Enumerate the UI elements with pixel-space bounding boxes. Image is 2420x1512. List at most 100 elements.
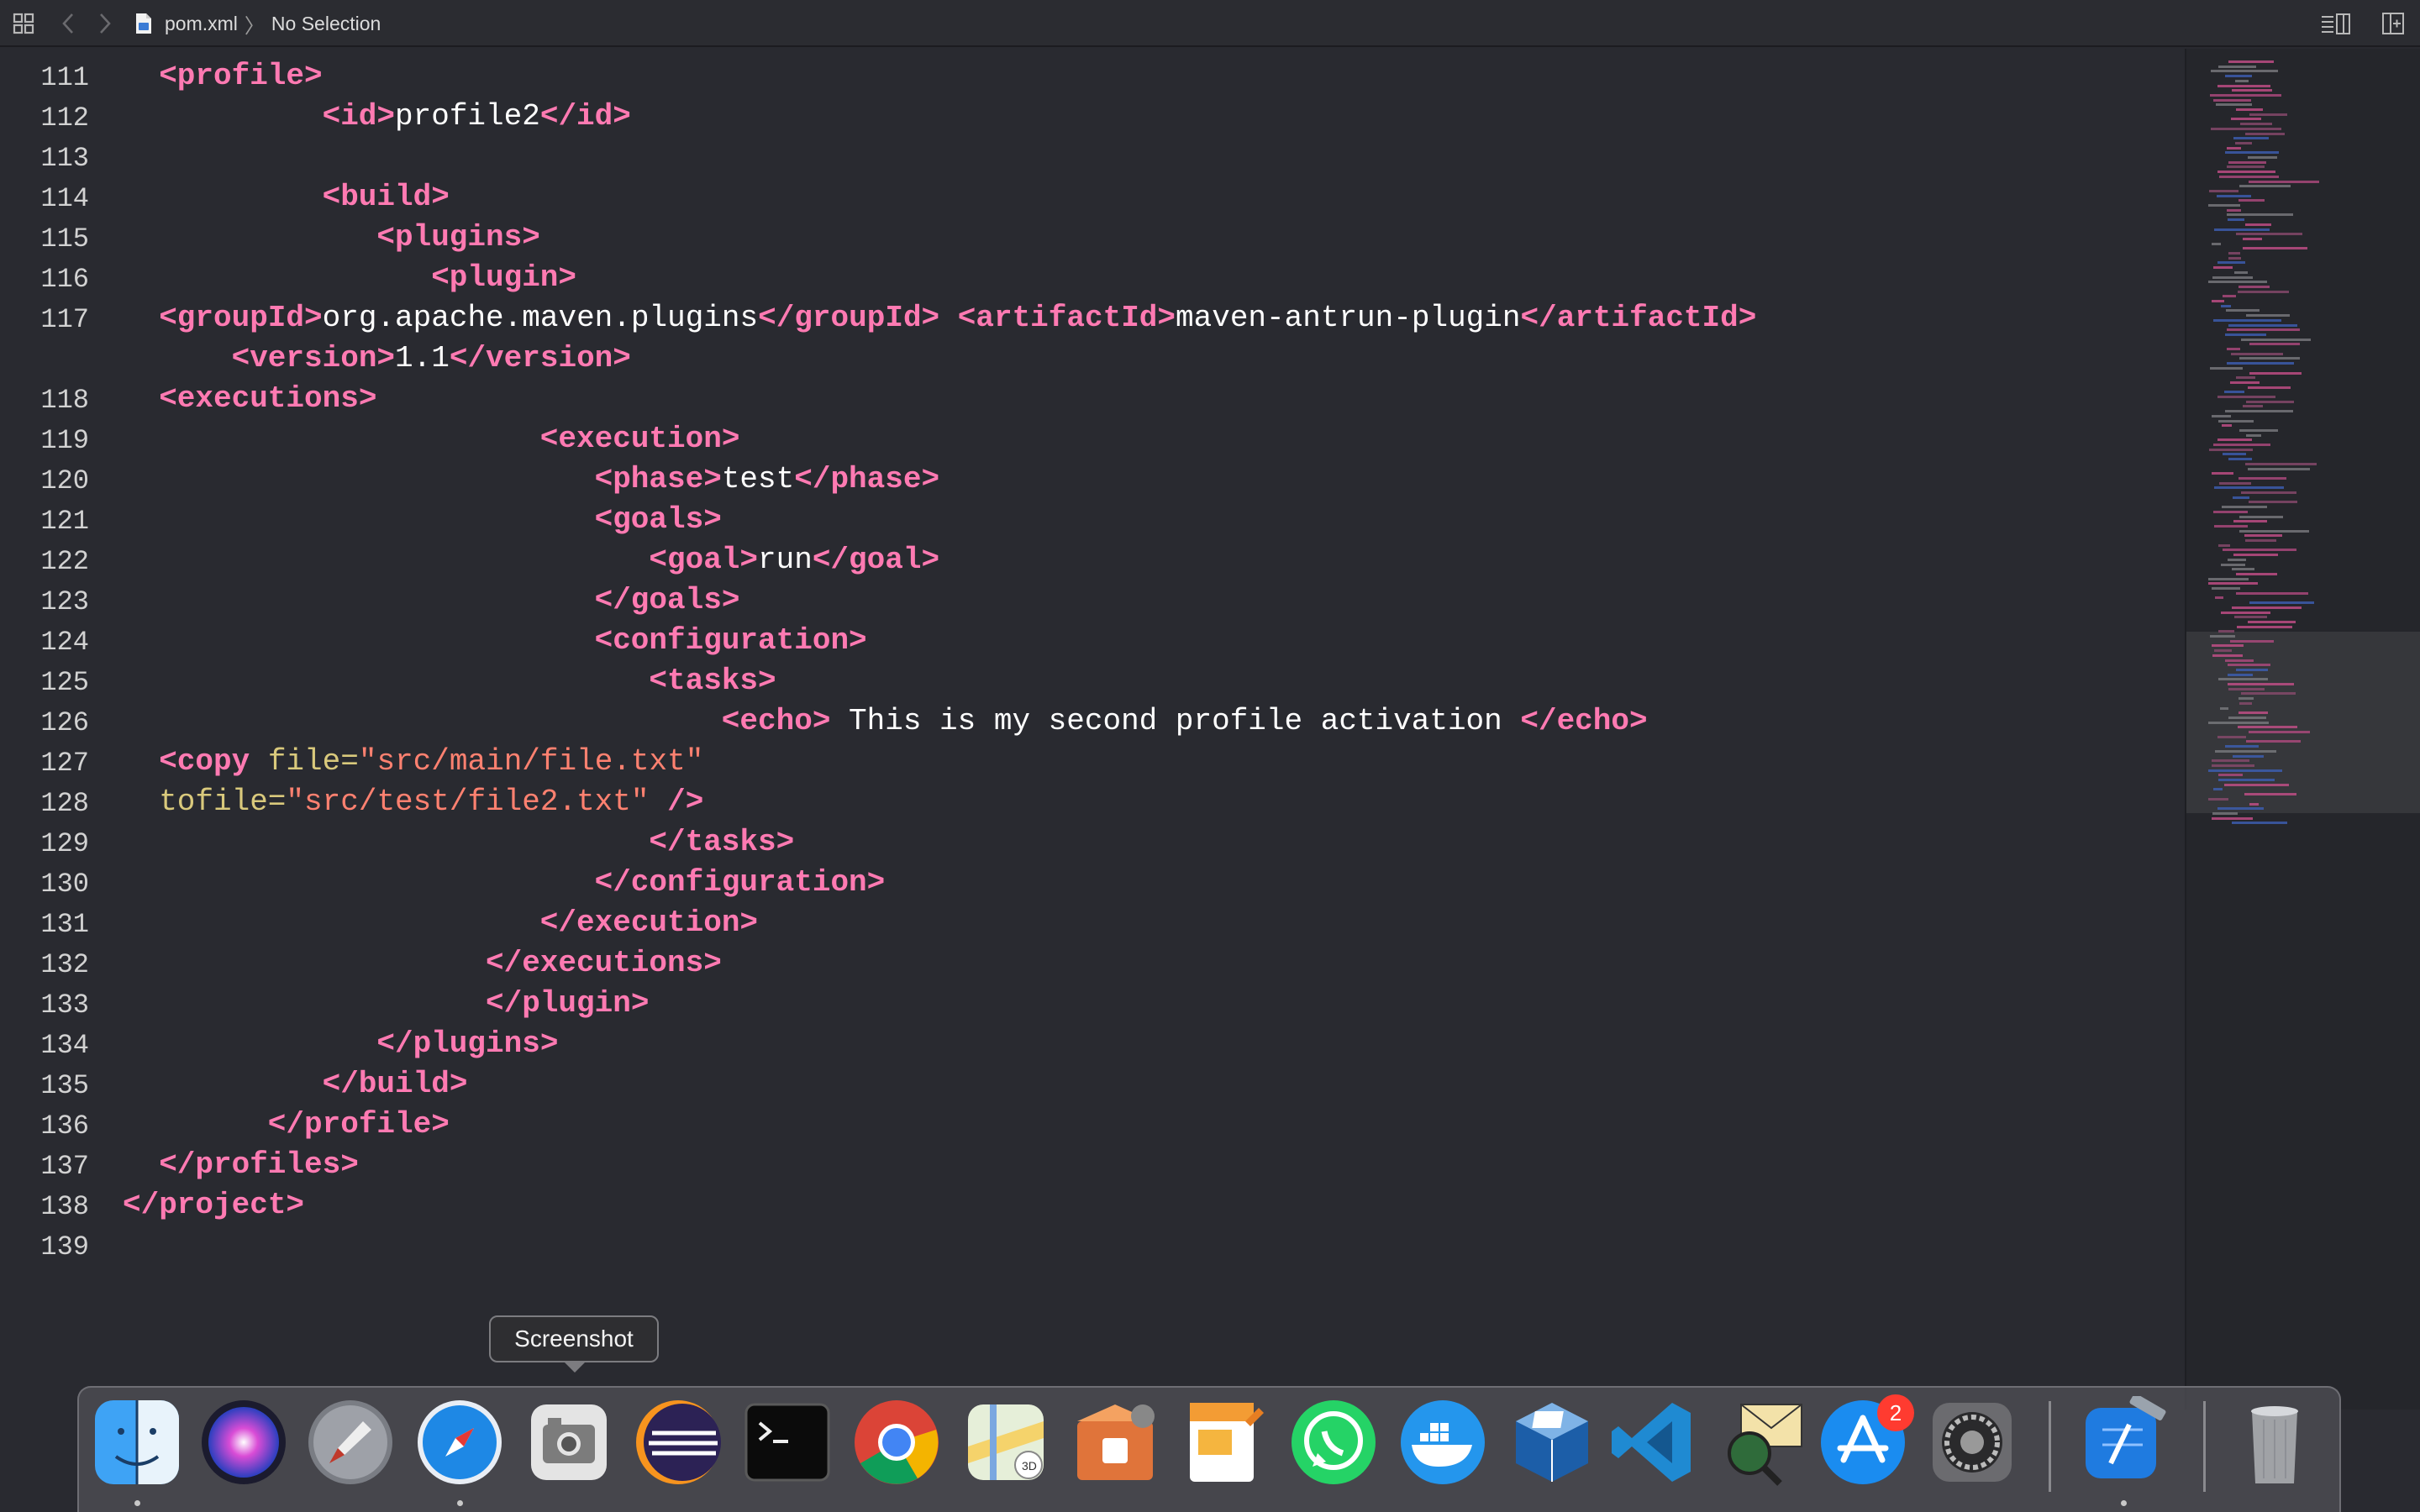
minimap-line [2227,328,2300,332]
code-text[interactable]: <goals> [595,502,722,537]
source-editor[interactable]: 111 <profile> 112 <id>profile2</id> 113 114 <b… [0,49,2185,1410]
code-text[interactable]: </profiles> [159,1147,359,1182]
xml-tag: </phase> [794,462,940,496]
code-text[interactable]: <echo> This is my second profile activat… [722,704,1648,738]
dock-item-finder[interactable] [91,1396,183,1488]
code-text[interactable]: </goals> [595,583,740,617]
minimap-line [2214,524,2248,528]
xml-tag: <artifactId> [957,301,1176,335]
minimap-line [2217,807,2264,811]
line-number: 111 [40,62,89,93]
minimap-line [2212,472,2233,475]
code-text[interactable]: </project> [123,1188,304,1222]
minimap-line [2233,520,2267,523]
code-text[interactable]: <executions> [159,381,376,416]
code-text[interactable]: </build> [323,1067,468,1101]
minimap-line [2249,180,2319,183]
trash-icon [2251,1406,2298,1483]
code-text[interactable]: </executions> [486,946,722,980]
docker-icon [1401,1400,1485,1484]
dock-item-maps[interactable]: 3D [960,1396,1052,1488]
minimap-line [2246,433,2261,437]
minimap-line [2231,352,2283,355]
code-text[interactable]: </tasks> [649,825,794,859]
dock-item-rocket[interactable] [304,1396,397,1488]
dock-item-xcode[interactable] [2077,1396,2170,1488]
dock-item-eclipse[interactable] [632,1396,724,1488]
dock-item-virtualbox[interactable] [1506,1396,1598,1488]
xml-tag: <execution> [539,422,740,456]
minimap-line [2228,664,2270,667]
code-text[interactable]: <copy file="src/main/file.txt" [159,744,703,779]
minimap-line [2222,506,2267,509]
editor-options-icon[interactable] [2319,8,2353,39]
code-text[interactable]: <plugin> [431,260,576,295]
breadcrumb-file[interactable]: pom.xml [165,13,238,35]
minimap-line [2227,362,2294,365]
dock-item-terminal[interactable] [741,1396,834,1488]
minimap[interactable] [2185,49,2420,1410]
code-text[interactable]: </plugins> [376,1026,558,1061]
back-chevron-icon[interactable] [55,8,81,39]
minimap-line [2239,428,2278,432]
minimap-line [2215,596,2223,600]
editor-jump-bar: pom.xml 〉 No Selection [0,0,2420,47]
dock-item-docker[interactable] [1397,1396,1489,1488]
add-editor-icon[interactable] [2378,8,2408,39]
code-text[interactable]: <execution> [540,422,740,456]
code-text[interactable]: <goal>run</goal> [649,543,939,577]
dock-item-xampp[interactable] [1069,1396,1161,1488]
dock-item-compass[interactable] [413,1396,506,1488]
running-indicator [457,1500,463,1506]
code-text[interactable]: tofile="src/test/file2.txt" /> [159,785,703,819]
dock-item-vscode[interactable] [1607,1396,1699,1488]
code-text[interactable]: <configuration> [595,623,867,658]
minimap-line [2239,185,2291,188]
minimap-line [2219,175,2279,178]
xml-tag: </profile> [267,1107,450,1142]
line-number: 131 [40,909,89,940]
dock-item-gear[interactable] [1926,1396,2018,1488]
minimap-line [2217,396,2275,398]
line-number: 127 [40,748,89,779]
code-text[interactable]: </configuration> [595,865,886,900]
code-text[interactable]: </profile> [268,1107,450,1142]
code-text[interactable]: <build> [323,180,450,214]
related-items-grid-icon[interactable] [8,8,39,39]
code-text[interactable]: <version>1.1</version> [232,341,631,375]
minimap-line [2237,625,2292,628]
eclipse-icon [636,1400,721,1484]
code-text[interactable]: <groupId>org.apache.maven.plugins</group… [159,301,1756,335]
whatsapp-icon [1292,1400,1376,1484]
code-text[interactable]: <profile> [159,59,322,93]
xml-tag: </groupId> [758,301,940,335]
dock-item-trash[interactable] [2228,1396,2321,1488]
line-number: 136 [40,1110,89,1142]
minimap-line [2214,649,2232,653]
minimap-line [2236,233,2302,236]
dock-item-screenshot[interactable] [523,1396,615,1488]
forward-chevron-icon[interactable] [92,8,118,39]
code-text[interactable]: </execution> [540,906,758,940]
minimap-line [2218,774,2243,777]
code-text[interactable]: <plugins> [376,220,539,255]
breadcrumb[interactable]: pom.xml 〉 No Selection [134,8,381,39]
code-text[interactable]: <phase>test</phase> [595,462,939,496]
xml-text: test [721,462,795,496]
dock-item-chrome[interactable] [850,1396,943,1488]
code-text[interactable]: <id>profile2</id> [323,99,631,134]
minimap-line [2235,141,2252,144]
code-text[interactable]: <tasks> [649,664,776,698]
minimap-line [2223,549,2296,552]
code-text[interactable]: </plugin> [486,986,649,1021]
minimap-line [2249,731,2310,733]
line-number: 139 [40,1231,89,1263]
breadcrumb-selection[interactable]: No Selection [271,13,381,35]
dock-item-whatsapp[interactable] [1287,1396,1380,1488]
dock-item-pages[interactable] [1178,1396,1270,1488]
dock-item-mail-magnifier[interactable] [1716,1396,1808,1488]
minimap-line [2245,462,2317,465]
xml-tag: </plugin> [486,986,650,1021]
minimap-line [2245,539,2276,542]
dock-item-siri[interactable] [197,1396,290,1488]
